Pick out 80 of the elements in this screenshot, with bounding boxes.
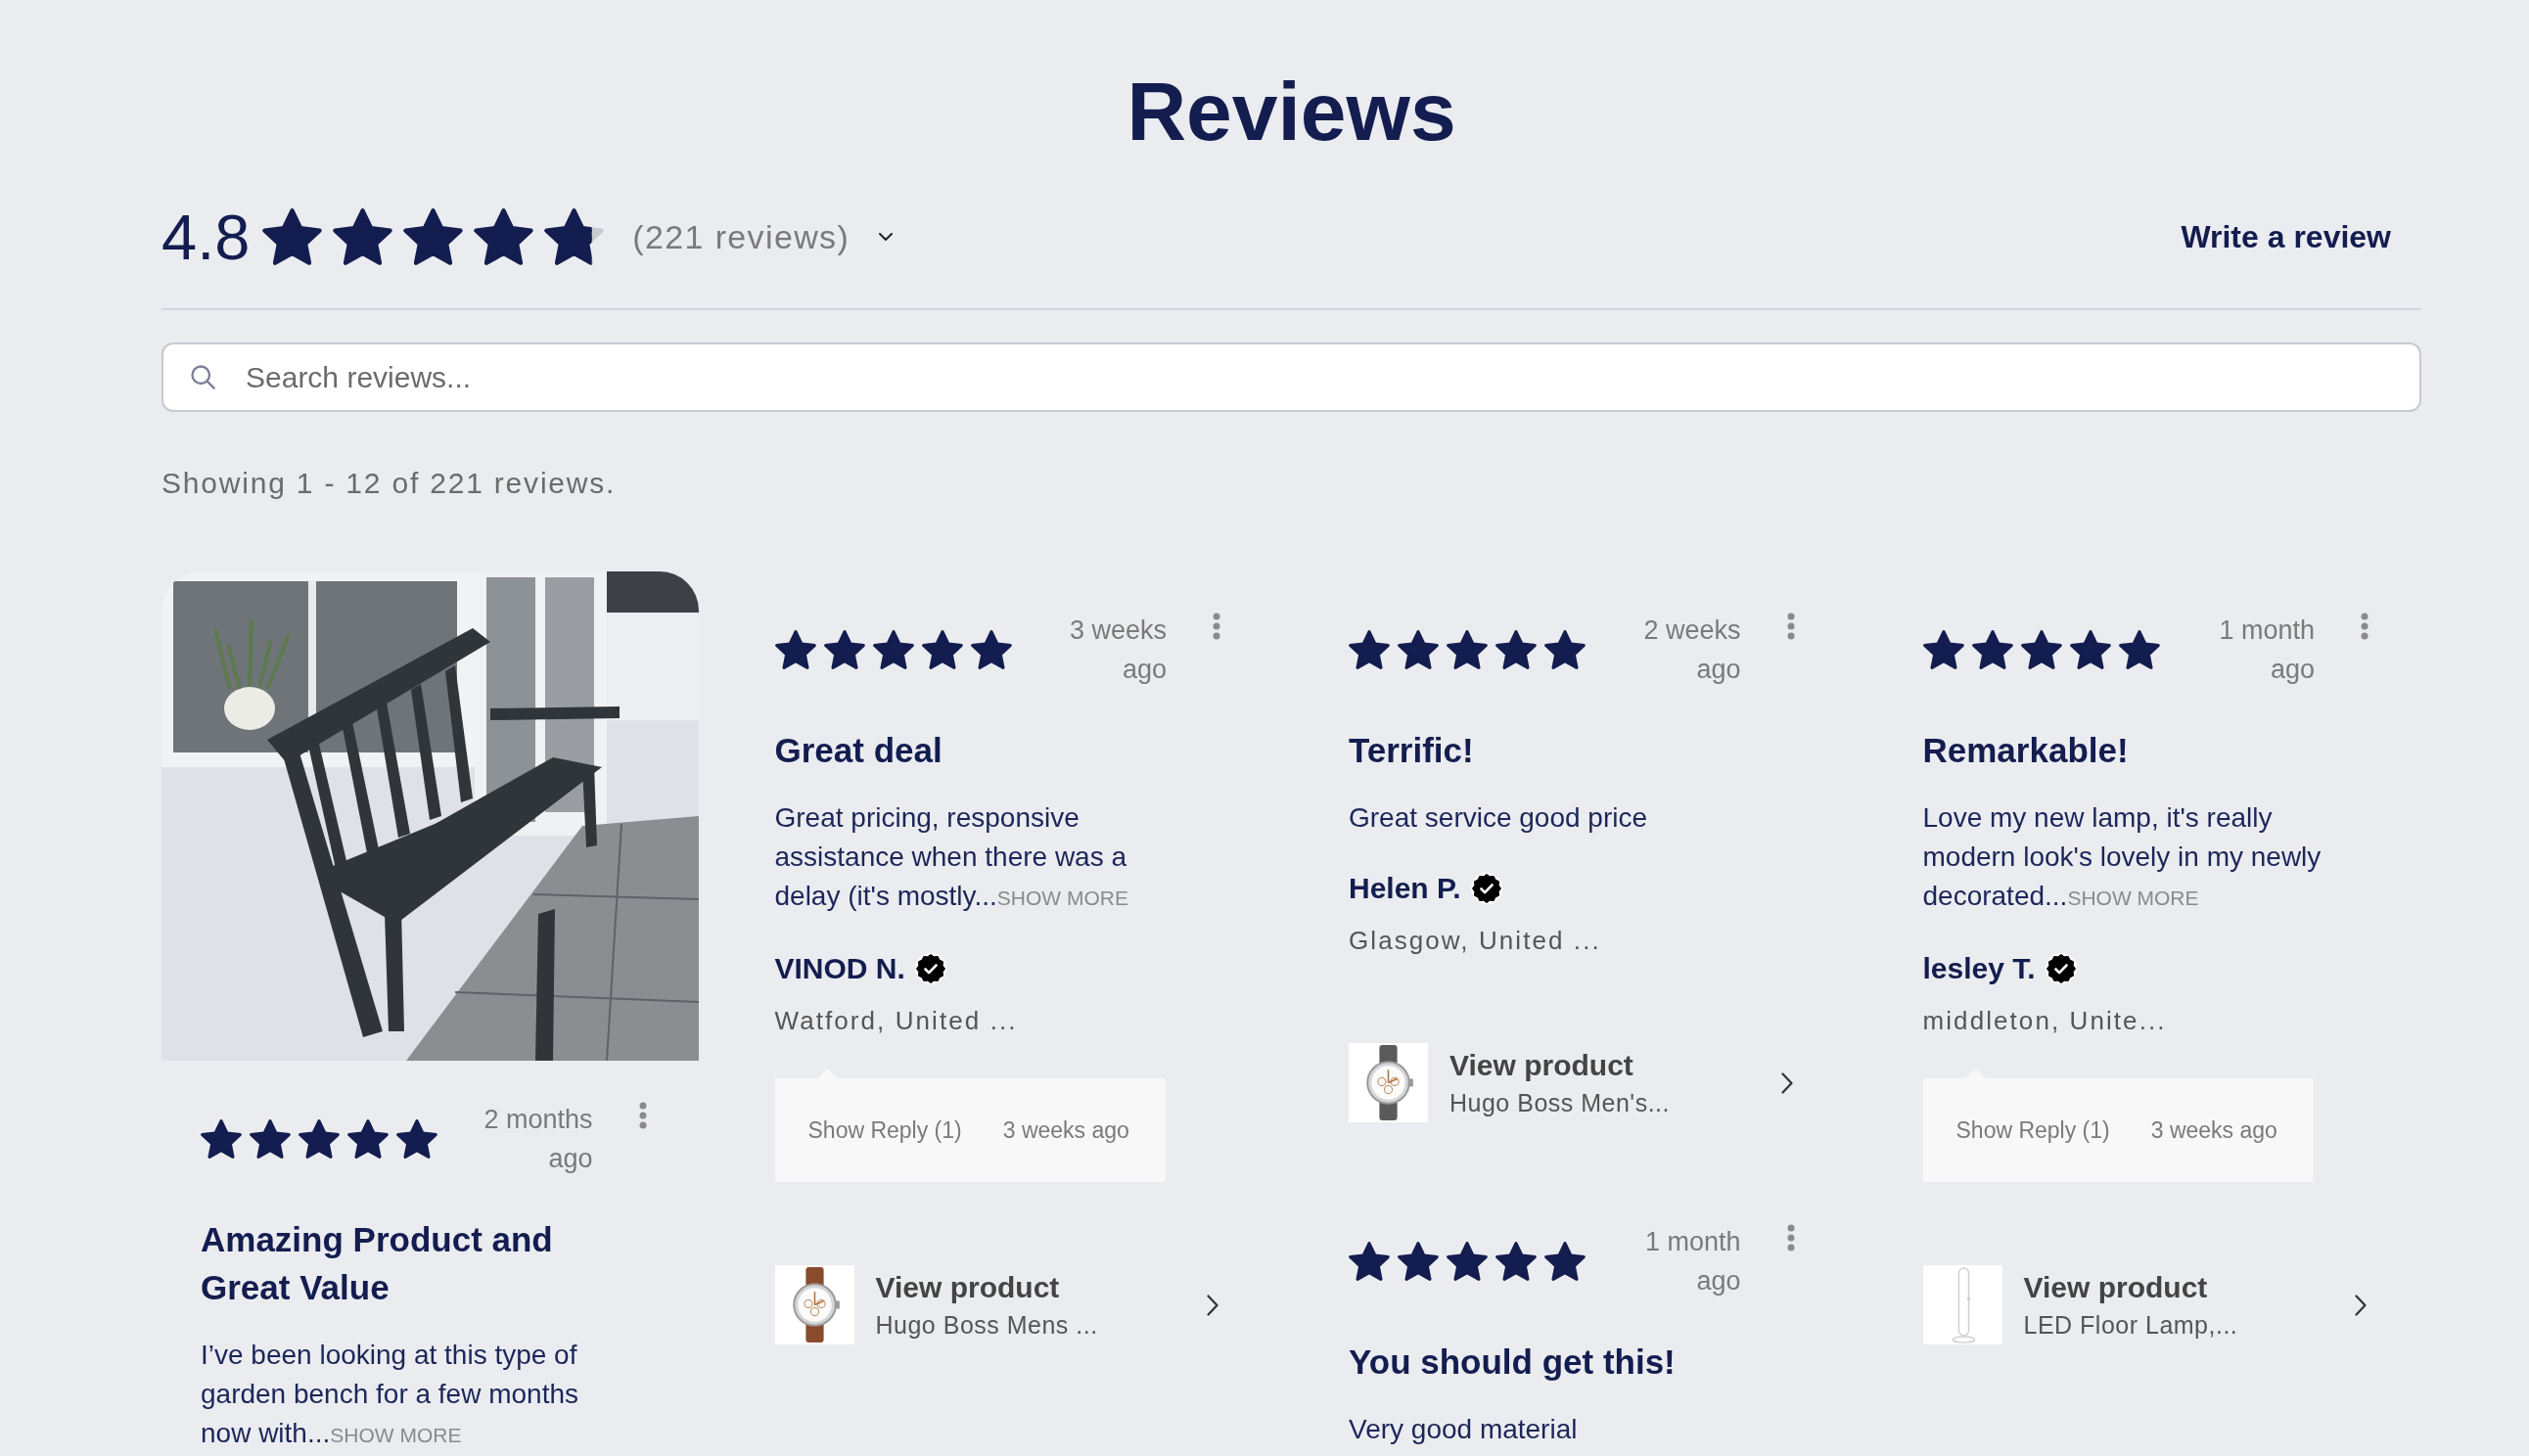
reviewer-location: Watford, United ... <box>774 1005 1019 1037</box>
star-icon <box>474 208 534 265</box>
review-date: 1 month ago <box>1643 1226 1741 1297</box>
reply-date: 3 weeks ago <box>1002 1115 1129 1145</box>
star-icon <box>921 630 963 669</box>
review-date: 2 months ago <box>483 1104 593 1175</box>
star-icon <box>1495 1242 1537 1281</box>
reviewer-name: lesley T. <box>1922 951 2036 986</box>
search-field[interactable]: Search reviews... <box>161 342 2421 412</box>
star-icon <box>823 630 865 669</box>
product-name: Hugo Boss Mens ... <box>875 1309 1098 1341</box>
star-icon <box>1349 1242 1390 1281</box>
star-icon <box>2020 630 2062 669</box>
star-icon <box>1398 630 1439 669</box>
star-icon <box>403 208 464 265</box>
star-icon <box>970 630 1012 669</box>
star-icon <box>774 630 816 669</box>
star-icon <box>2118 630 2160 669</box>
average-rating: 4.8 <box>161 205 251 269</box>
review-text: Great service good price <box>1349 801 1649 835</box>
more-options-icon[interactable] <box>1786 613 1795 640</box>
star-icon <box>250 1119 291 1159</box>
reply-date: 3 weeks ago <box>2150 1115 2277 1145</box>
reviewer-name: Helen P. <box>1349 871 1461 906</box>
search-icon <box>189 363 216 390</box>
review-date: 1 month ago <box>2218 614 2315 686</box>
star-icon <box>544 208 605 265</box>
view-product-link[interactable]: View product <box>875 1267 1098 1307</box>
star-icon <box>1544 1242 1586 1281</box>
more-options-icon[interactable] <box>638 1102 647 1129</box>
star-icon <box>299 1119 340 1159</box>
reviewer-name: VINOD N. <box>774 951 905 986</box>
star-icon <box>1447 630 1488 669</box>
review-title: Great deal <box>774 730 943 771</box>
star-icon <box>1922 630 1964 669</box>
show-more-link[interactable]: SHOW MORE <box>2067 887 2199 909</box>
review-title: You should get this! <box>1349 1342 1677 1383</box>
write-review-button[interactable]: Write a review <box>2150 204 2421 270</box>
show-reply-link[interactable]: Show Reply (1) <box>807 1113 962 1148</box>
chevron-right-icon[interactable] <box>1207 1294 1219 1316</box>
review-date: 3 weeks ago <box>1068 614 1167 686</box>
chevron-right-icon[interactable] <box>1780 1071 1793 1094</box>
star-icon <box>333 208 393 265</box>
star-icon <box>1495 630 1537 669</box>
reviews-count-dropdown[interactable]: (221 reviews) <box>632 211 894 262</box>
star-icon <box>1544 630 1586 669</box>
review-text: Great pricing, responsive assistance when there was a delay (it's mostly...SHOW MORE <box>774 801 1129 913</box>
view-product-link[interactable]: View product <box>1449 1045 1670 1085</box>
star-icon <box>1398 1242 1439 1281</box>
review-title: Remarkable! <box>1922 730 2130 771</box>
view-product-link[interactable]: View product <box>2023 1267 2238 1307</box>
show-reply-link[interactable]: Show Reply (1) <box>1955 1113 2110 1148</box>
star-icon <box>2069 630 2111 669</box>
product-name: LED Floor Lamp,... <box>2023 1309 2238 1341</box>
star-icon <box>1447 1242 1488 1281</box>
star-icon <box>1971 630 2013 669</box>
review-title: Terrific! <box>1349 730 1475 771</box>
review-text: I’ve been looking at this type of garden bench for a few months now with...SHOW MORE <box>201 1339 579 1450</box>
page-title: Reviews <box>1126 70 1457 153</box>
caret-down-icon[interactable] <box>879 233 894 241</box>
star-icon <box>396 1119 437 1159</box>
show-more-link[interactable]: SHOW MORE <box>330 1424 462 1446</box>
review-date: 2 weeks ago <box>1642 614 1741 686</box>
star-icon <box>1349 630 1390 669</box>
review-text: Very good material <box>1349 1413 1579 1446</box>
results-count: Showing 1 - 12 of 221 reviews. <box>161 466 618 501</box>
more-options-icon[interactable] <box>2361 613 2368 640</box>
star-icon <box>201 1119 242 1159</box>
more-options-icon[interactable] <box>1213 613 1220 640</box>
review-text: Love my new lamp, it's really modern look's lovely in my newly decorated...SHOW MORE <box>1922 801 2322 913</box>
more-options-icon[interactable] <box>1786 1224 1795 1251</box>
star-icon <box>262 208 323 265</box>
chevron-right-icon[interactable] <box>2355 1294 2367 1316</box>
review-title: Amazing Product and Great Value <box>201 1219 554 1308</box>
star-icon <box>347 1119 389 1159</box>
reviewer-location: Glasgow, United ... <box>1349 925 1602 957</box>
show-more-link[interactable]: SHOW MORE <box>996 887 1128 909</box>
star-icon <box>872 630 914 669</box>
product-name: Hugo Boss Men's... <box>1449 1087 1670 1118</box>
reviewer-location: middleton, Unite... <box>1922 1005 2168 1037</box>
